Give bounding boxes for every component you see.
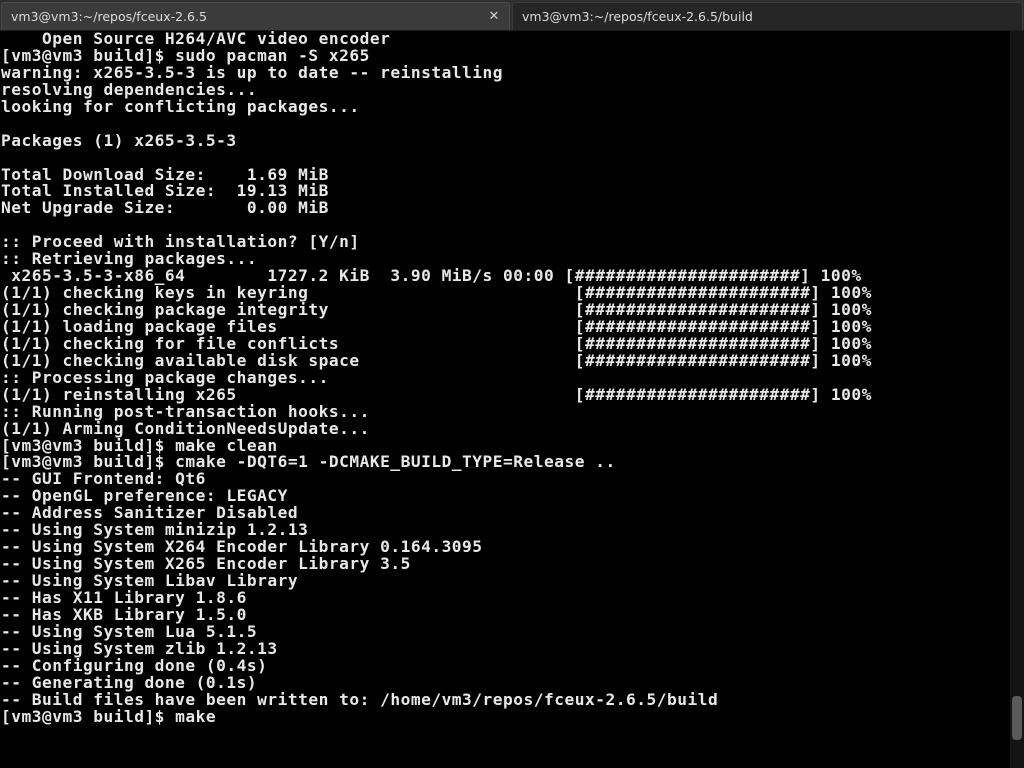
scrollbar-thumb[interactable] — [1012, 696, 1022, 740]
terminal-line: (1/1) Arming ConditionNeedsUpdate... — [1, 418, 370, 438]
tab-title: vm3@vm3:~/repos/fceux-2.6.5/build — [522, 9, 753, 24]
vertical-scrollbar[interactable] — [1010, 31, 1024, 768]
terminal-output[interactable]: Open Source H264/AVC video encoder [vm3@v… — [0, 31, 1010, 768]
terminal-text: Open Source H264/AVC video encoder [vm3@v… — [0, 31, 1010, 725]
tab-bar: vm3@vm3:~/repos/fceux-2.6.5 ✕ vm3@vm3:~/… — [0, 0, 1024, 31]
close-icon[interactable]: ✕ — [487, 3, 501, 30]
terminal-line: Packages (1) x265-3.5-3 — [1, 130, 237, 150]
tab-fceux-build[interactable]: vm3@vm3:~/repos/fceux-2.6.5/build — [512, 2, 1023, 30]
tab-fceux-root[interactable]: vm3@vm3:~/repos/fceux-2.6.5 ✕ — [1, 2, 510, 30]
terminal-line: Net Upgrade Size: 0.00 MiB — [1, 198, 329, 218]
terminal-line: -- Build files have been written to: /ho… — [1, 689, 719, 709]
terminal-line: looking for conflicting packages... — [1, 96, 360, 116]
terminal-line: [vm3@vm3 build]$ make — [1, 706, 217, 726]
terminal-window: vm3@vm3:~/repos/fceux-2.6.5 ✕ vm3@vm3:~/… — [0, 0, 1024, 768]
tab-title: vm3@vm3:~/repos/fceux-2.6.5 — [11, 9, 207, 24]
